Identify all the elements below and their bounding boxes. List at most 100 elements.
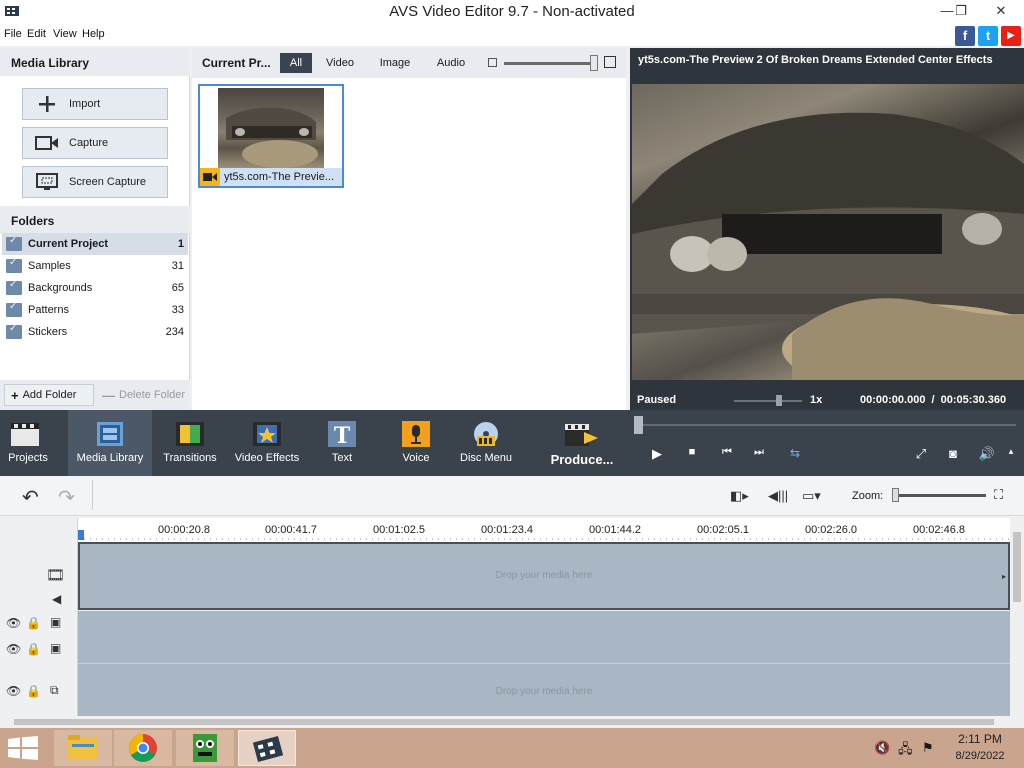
playhead-marker[interactable] [78,530,84,540]
minus-icon: — [102,387,115,403]
game-app-icon[interactable] [176,730,234,766]
zoom-slider-handle[interactable] [892,488,899,502]
speed-slider[interactable] [734,400,802,402]
close-button[interactable]: ✕ [986,0,1016,22]
app-logo-icon [5,6,19,16]
track-headers: 🎞 ◀ 👁 🔒 ▣ 👁 🔒 ▣ 👁 🔒 ⧉ [0,518,78,716]
youtube-icon[interactable]: ▶ [1001,26,1021,46]
toolbar-text[interactable]: T Text [316,410,368,476]
add-folder-button[interactable]: + Add Folder [4,384,94,406]
media-item[interactable]: yt5s.com-The Previe... [198,84,344,188]
snapshot-range-icon[interactable]: ⇆ [784,446,806,460]
zoom-label: Zoom: [852,490,884,502]
toolbar-produce[interactable]: Produce... [544,410,620,476]
zoom-fit-icon[interactable]: ⛶ [994,487,1003,503]
volume-dropdown-icon[interactable]: ▴ [1000,446,1022,457]
toolbar-video-effects[interactable]: Video Effects [232,410,302,476]
title-bar: AVS Video Editor 9.7 - Non-activated — ❐… [0,0,1024,24]
twitter-icon[interactable]: t [978,26,998,46]
folder-count: 31 [171,260,184,272]
stop-icon[interactable]: ■ [681,446,703,458]
tab-all[interactable]: All [280,53,312,73]
media-caption-text: yt5s.com-The Previe... [224,171,335,183]
clock-date[interactable]: 8/29/2022 [940,750,1020,762]
facebook-icon[interactable]: f [955,26,975,46]
folder-backgrounds[interactable]: Backgrounds 65 [2,277,188,299]
toolbar-voice[interactable]: Voice [390,410,442,476]
toolbar-label: Voice [402,452,430,464]
avs-video-editor-taskbar-icon[interactable] [238,730,296,766]
import-button[interactable]: Import [22,88,168,120]
next-frame-icon[interactable]: ⏭ [748,446,770,459]
folder-icon [6,301,22,317]
toolbar-label: Produce... [550,452,614,467]
camera-snapshot-icon[interactable]: ◙ [942,446,964,461]
import-label: Import [69,98,101,110]
tab-image[interactable]: Image [374,53,416,73]
action-center-tray-icon[interactable]: ⚑ [922,740,934,756]
effect-track[interactable] [78,611,1010,663]
tab-video[interactable]: Video [322,53,358,73]
playback-scrubber[interactable] [640,424,1016,426]
volume-icon[interactable]: 🔊 [976,446,998,462]
vertical-scroll-thumb[interactable] [1013,532,1021,602]
thumbnail-size-handle[interactable] [590,55,598,71]
timeline-horizontal-scrollbar[interactable] [0,716,1010,728]
folder-stickers[interactable]: Stickers 234 [2,321,188,343]
lock-icon[interactable]: 🔒 [26,684,41,698]
small-thumb-icon[interactable] [488,58,497,67]
timeline-ruler[interactable]: 00:00:20.8 00:00:41.7 00:01:02.5 00:01:2… [78,518,1010,542]
media-library-icon [97,422,123,446]
fullscreen-icon[interactable]: ⤢ [910,446,932,462]
taskbar: 🔇 🖧 ⚑ 2:11 PM 8/29/2022 [0,728,1024,768]
split-icon[interactable]: ◧▸ [730,488,749,504]
storyboard-view-icon[interactable]: ▭▾ [802,488,821,504]
folder-icon [6,235,22,251]
delete-folder-button[interactable]: — Delete Folder [98,384,188,406]
undo-icon[interactable]: ↶ [22,485,39,510]
toolbar-media-library[interactable]: Media Library [68,410,152,476]
tab-audio[interactable]: Audio [432,53,470,73]
visibility-eye-icon[interactable]: 👁 [6,642,21,656]
capture-button[interactable]: Capture [22,127,168,159]
overlay-track[interactable]: Drop your media here [78,664,1010,716]
menu-help[interactable]: Help [82,28,105,40]
redo-icon[interactable]: ↷ [58,485,75,510]
zoom-slider[interactable] [894,494,986,497]
window-title: AVS Video Editor 9.7 - Non-activated [389,3,635,20]
windows-start-icon[interactable] [8,736,38,763]
folder-current-project[interactable]: Current Project 1 [2,233,188,255]
speed-slider-handle[interactable] [776,395,782,406]
preview-video[interactable] [632,84,1024,380]
scrubber-handle[interactable] [634,416,643,434]
screen-capture-button[interactable]: Screen Capture [22,166,168,198]
toolbar-projects[interactable]: Projects [0,410,56,476]
previous-frame-icon[interactable]: ⏮ [716,446,738,459]
menu-edit[interactable]: Edit [27,28,46,40]
toolbar-disc-menu[interactable]: Disc Menu [456,410,516,476]
visibility-eye-icon[interactable]: 👁 [6,684,21,698]
lock-icon[interactable]: 🔒 [26,642,41,656]
horizontal-scroll-thumb[interactable] [14,719,994,725]
visibility-eye-icon[interactable]: 👁 [6,616,21,630]
toolbar-transitions[interactable]: Transitions [160,410,220,476]
menu-bar: File Edit View Help [0,24,1024,46]
text-icon: T [328,421,356,448]
main-video-track[interactable]: Drop your media here ▸ [78,542,1010,610]
thumbnail-size-slider[interactable] [504,62,592,65]
play-icon[interactable]: ▶ [646,446,668,462]
lock-icon[interactable]: 🔒 [26,616,41,630]
menu-file[interactable]: File [4,28,22,40]
network-tray-icon[interactable]: 🖧 [898,740,913,762]
timeline-vertical-scrollbar[interactable] [1010,518,1024,716]
large-thumb-icon[interactable] [604,56,616,68]
audio-mixer-icon[interactable]: ◀||| [768,488,788,504]
volume-muted-tray-icon[interactable]: 🔇 [874,740,890,756]
file-explorer-icon[interactable] [54,730,112,766]
chrome-icon[interactable] [114,730,172,766]
menu-view[interactable]: View [53,28,77,40]
folder-samples[interactable]: Samples 31 [2,255,188,277]
clock-time[interactable]: 2:11 PM [940,732,1020,746]
restore-button[interactable]: ❐ [946,0,976,22]
folder-patterns[interactable]: Patterns 33 [2,299,188,321]
